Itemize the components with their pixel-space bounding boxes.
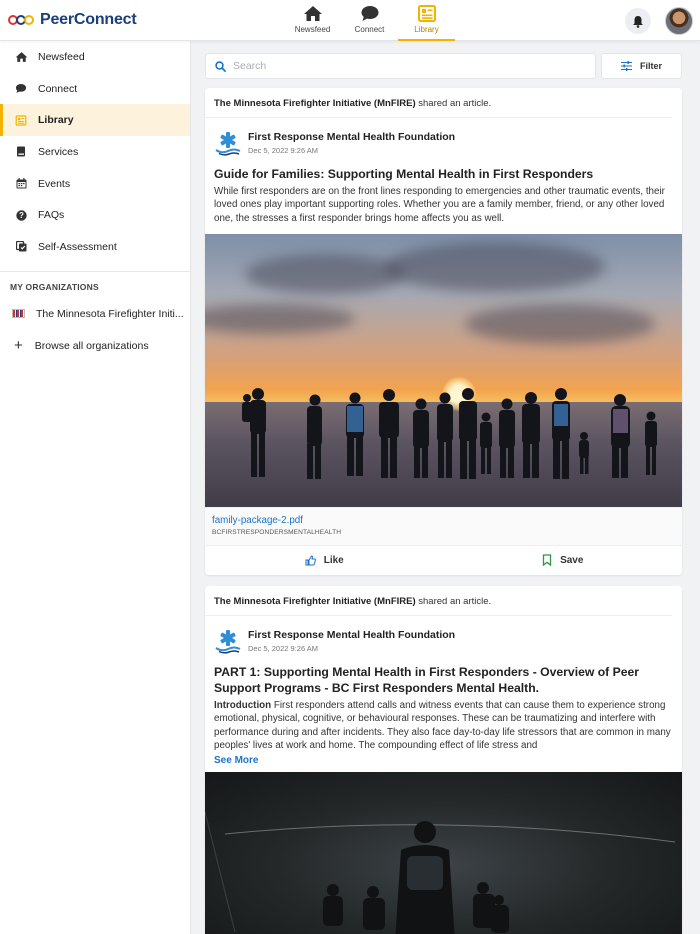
- user-avatar[interactable]: [665, 7, 693, 35]
- sidebar-item-label: FAQs: [38, 209, 65, 222]
- sidebar-item-events[interactable]: Events: [0, 168, 190, 200]
- library-icon: [417, 5, 436, 22]
- post-title[interactable]: PART 1: Supporting Mental Health in Firs…: [205, 664, 682, 696]
- svg-text:?: ?: [19, 211, 24, 220]
- sidebar-item-label: Services: [38, 145, 79, 158]
- org-logo: [12, 309, 25, 319]
- post-excerpt: Introduction First responders attend cal…: [205, 699, 682, 752]
- post-share-header: The Minnesota Firefighter Initiative (Mn…: [205, 586, 672, 616]
- filter-label: Filter: [639, 61, 662, 71]
- attachment-source: BCFIRSTRESPONDERSMENTALHEALTH: [212, 528, 342, 536]
- post-date: Dec 5, 2022 9:26 AM: [248, 146, 319, 155]
- excerpt-text: First responders attend calls and witnes…: [214, 700, 671, 751]
- top-nav: Newsfeed Connect Library: [284, 0, 455, 41]
- sidebar-item-connect[interactable]: Connect: [0, 73, 190, 105]
- topnav-connect-label: Connect: [354, 25, 385, 34]
- post-image[interactable]: [205, 233, 682, 507]
- calendar-icon: [16, 178, 26, 189]
- post-card: The Minnesota Firefighter Initiative (Mn…: [205, 88, 682, 575]
- author-name[interactable]: First Response Mental Health Foundation: [248, 131, 455, 143]
- sidebar-item-label: Library: [38, 114, 74, 127]
- star-of-life-icon: [215, 132, 241, 156]
- chat-bubble-icon: [361, 6, 378, 21]
- sidebar-item-library[interactable]: Library: [0, 104, 190, 137]
- browse-organizations-link[interactable]: + Browse all organizations: [0, 332, 190, 360]
- post-share-header: The Minnesota Firefighter Initiative (Mn…: [205, 88, 672, 118]
- sidebar-item-label: Self-Assessment: [38, 240, 117, 253]
- search-icon: [215, 60, 226, 72]
- topnav-library-label: Library: [414, 25, 439, 34]
- attachment[interactable]: family-package-2.pdf BCFIRSTRESPONDERSME…: [205, 506, 682, 545]
- author-logo: [214, 627, 242, 655]
- excerpt-lead: Introduction: [214, 700, 272, 711]
- author-logo: [214, 129, 242, 157]
- topnav-connect[interactable]: Connect: [341, 0, 398, 41]
- bookmark-icon: [542, 554, 552, 567]
- app-name: PeerConnect: [40, 11, 137, 28]
- notifications-button[interactable]: [625, 8, 651, 34]
- library-icon: [15, 115, 27, 126]
- post-title[interactable]: Guide for Families: Supporting Mental He…: [205, 166, 682, 182]
- assessment-icon: [15, 241, 26, 252]
- filter-button[interactable]: Filter: [601, 53, 682, 79]
- plus-icon: +: [14, 336, 23, 354]
- post-card: The Minnesota Firefighter Initiative (Mn…: [205, 586, 682, 934]
- topnav-newsfeed-label: Newsfeed: [294, 25, 331, 34]
- main-feed: Filter The Minnesota Firefighter Initiat…: [191, 41, 700, 934]
- sidebar-item-label: Events: [38, 177, 71, 190]
- sidebar-item-self-assessment[interactable]: Self-Assessment: [0, 231, 190, 263]
- save-button[interactable]: Save: [444, 546, 683, 575]
- sidebar-item-services[interactable]: Services: [0, 136, 190, 168]
- people-silhouettes: [242, 387, 657, 479]
- like-button[interactable]: Like: [205, 546, 444, 575]
- post-date: Dec 5, 2022 9:26 AM: [248, 644, 319, 653]
- search-input[interactable]: [233, 60, 573, 72]
- post-actions: Like Save: [205, 544, 683, 575]
- book-icon: [17, 146, 25, 157]
- like-label: Like: [323, 554, 344, 566]
- author-name[interactable]: First Response Mental Health Foundation: [248, 629, 455, 641]
- logo-mark-icon: [8, 10, 34, 30]
- filter-sliders-icon: [620, 61, 632, 71]
- sharer-name[interactable]: The Minnesota Firefighter Initiative (Mn…: [214, 596, 416, 607]
- home-icon: [15, 51, 27, 62]
- topnav-library[interactable]: Library: [398, 0, 455, 41]
- group-session-photo: [205, 812, 676, 934]
- sidebar-item-label: Newsfeed: [38, 50, 85, 63]
- post-excerpt: While first responders are on the front …: [214, 186, 665, 224]
- sidebar-item-faqs[interactable]: ? FAQs: [0, 199, 190, 231]
- my-organizations-heading: MY ORGANIZATIONS: [10, 281, 99, 292]
- thumbs-up-icon: [305, 555, 316, 566]
- home-icon: [303, 6, 322, 21]
- star-of-life-icon: [215, 630, 241, 654]
- sidebar-divider: [0, 270, 190, 272]
- app-logo[interactable]: PeerConnect: [8, 10, 137, 30]
- bell-icon: [633, 15, 643, 28]
- help-icon: ?: [15, 210, 27, 221]
- post-author: First Response Mental Health Foundation …: [205, 616, 682, 661]
- sidebar-item-label: Connect: [38, 82, 78, 95]
- sidebar-org-mnfire[interactable]: The Minnesota Firefighter Initi...: [0, 300, 190, 328]
- sidebar: Newsfeed Connect Library Services Events…: [0, 41, 191, 934]
- save-label: Save: [560, 554, 584, 566]
- see-more-link[interactable]: See More: [205, 755, 682, 766]
- shared-text: shared an article.: [418, 596, 492, 607]
- post-author: First Response Mental Health Foundation …: [205, 118, 682, 163]
- top-bar: PeerConnect Newsfeed Connect Library: [0, 0, 700, 41]
- sharer-name[interactable]: The Minnesota Firefighter Initiative (Mn…: [214, 98, 416, 109]
- search-box[interactable]: [205, 53, 596, 79]
- shared-text: shared an article.: [418, 98, 492, 109]
- topnav-newsfeed[interactable]: Newsfeed: [284, 0, 341, 41]
- attachment-name[interactable]: family-package-2.pdf: [212, 515, 675, 526]
- sidebar-item-newsfeed[interactable]: Newsfeed: [0, 41, 190, 73]
- chat-bubble-icon: [15, 84, 27, 94]
- org-name: The Minnesota Firefighter Initi...: [36, 307, 184, 320]
- post-image[interactable]: [205, 772, 682, 934]
- browse-organizations-label: Browse all organizations: [34, 339, 149, 352]
